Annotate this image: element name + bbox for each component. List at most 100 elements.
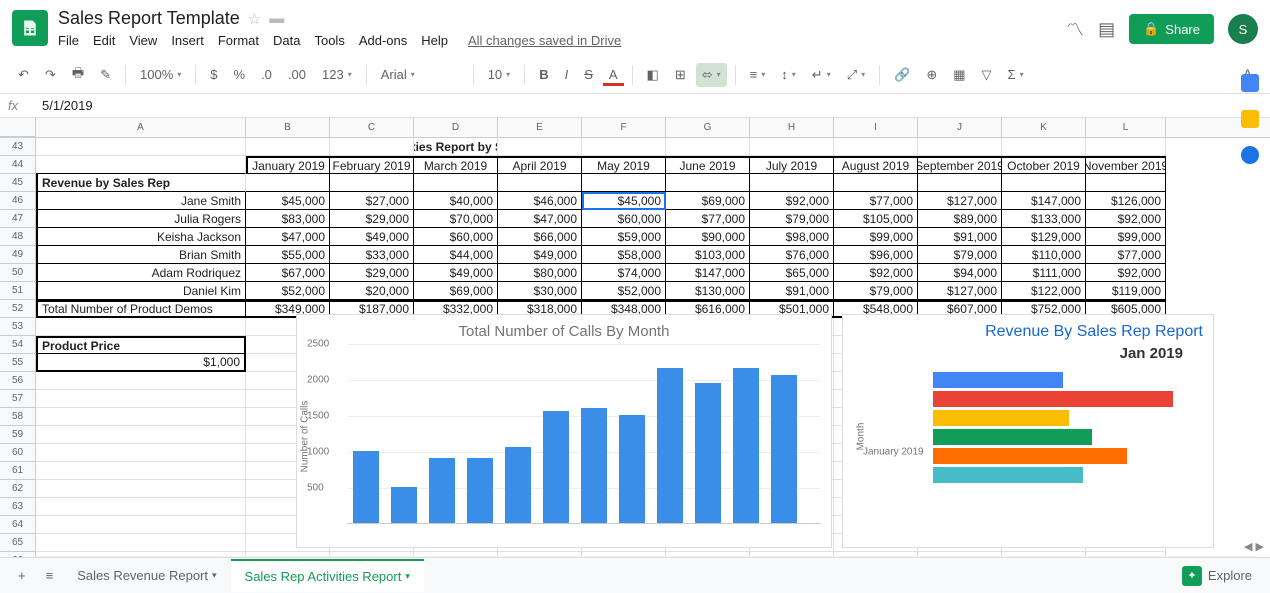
- col-header-F[interactable]: F: [582, 118, 666, 137]
- row-header[interactable]: 43: [0, 138, 36, 156]
- cell[interactable]: [666, 138, 750, 156]
- text-color-button[interactable]: A: [603, 63, 624, 86]
- revenue-cell[interactable]: $129,000: [1002, 228, 1086, 246]
- chart-button[interactable]: ▦: [947, 63, 971, 87]
- revenue-cell[interactable]: $45,000: [246, 192, 330, 210]
- revenue-cell[interactable]: $92,000: [1086, 264, 1166, 282]
- revenue-cell[interactable]: $122,000: [1002, 282, 1086, 300]
- dec-increase-button[interactable]: .00: [282, 63, 312, 86]
- trend-icon[interactable]: 〽: [1066, 16, 1084, 42]
- keep-icon[interactable]: [1241, 110, 1259, 128]
- menu-view[interactable]: View: [129, 33, 157, 48]
- revenue-cell[interactable]: $127,000: [918, 282, 1002, 300]
- revenue-cell[interactable]: $83,000: [246, 210, 330, 228]
- cell[interactable]: [414, 174, 498, 192]
- col-header-K[interactable]: K: [1002, 118, 1086, 137]
- month-header[interactable]: September 2019: [918, 156, 1002, 174]
- row-header[interactable]: 46: [0, 192, 36, 210]
- cell[interactable]: [36, 462, 246, 480]
- revenue-cell[interactable]: $90,000: [666, 228, 750, 246]
- star-icon[interactable]: ☆: [248, 10, 261, 28]
- cell[interactable]: [36, 498, 246, 516]
- revenue-cell[interactable]: $76,000: [750, 246, 834, 264]
- cell[interactable]: [582, 138, 666, 156]
- menu-format[interactable]: Format: [218, 33, 259, 48]
- cell[interactable]: [750, 138, 834, 156]
- cell[interactable]: [36, 390, 246, 408]
- total-label[interactable]: Total Number of Product Demos: [36, 300, 246, 318]
- revenue-cell[interactable]: $69,000: [666, 192, 750, 210]
- row-header[interactable]: 57: [0, 390, 36, 408]
- calendar-icon[interactable]: [1241, 74, 1259, 92]
- revenue-cell[interactable]: $79,000: [750, 210, 834, 228]
- price-label[interactable]: Product Price: [36, 336, 246, 354]
- menu-help[interactable]: Help: [421, 33, 448, 48]
- revenue-cell[interactable]: $99,000: [834, 228, 918, 246]
- revenue-cell[interactable]: $69,000: [414, 282, 498, 300]
- comment-button[interactable]: ⊕: [920, 63, 943, 87]
- menu-insert[interactable]: Insert: [171, 33, 204, 48]
- revenue-cell[interactable]: $77,000: [666, 210, 750, 228]
- cell[interactable]: [36, 534, 246, 552]
- cell[interactable]: [36, 480, 246, 498]
- row-header[interactable]: 51: [0, 282, 36, 300]
- paint-format-button[interactable]: ✎: [94, 63, 117, 87]
- rotate-button[interactable]: ⤢: [841, 63, 871, 87]
- cell[interactable]: [36, 138, 246, 156]
- cell[interactable]: [1086, 174, 1166, 192]
- comments-icon[interactable]: ▤: [1098, 19, 1115, 40]
- link-button[interactable]: 🔗: [888, 63, 916, 87]
- revenue-cell[interactable]: $133,000: [1002, 210, 1086, 228]
- cell[interactable]: [36, 444, 246, 462]
- revenue-cell[interactable]: $96,000: [834, 246, 918, 264]
- menu-edit[interactable]: Edit: [93, 33, 115, 48]
- strike-button[interactable]: S: [578, 63, 599, 86]
- italic-button[interactable]: I: [559, 63, 575, 86]
- zoom-select[interactable]: 100%: [134, 63, 187, 86]
- revenue-cell[interactable]: $80,000: [498, 264, 582, 282]
- font-size-select[interactable]: 10: [482, 63, 516, 86]
- cell[interactable]: [330, 174, 414, 192]
- revenue-cell[interactable]: $92,000: [1086, 210, 1166, 228]
- revenue-cell[interactable]: $60,000: [414, 228, 498, 246]
- revenue-cell[interactable]: $52,000: [246, 282, 330, 300]
- v-align-button[interactable]: ↕: [775, 63, 802, 86]
- revenue-cell[interactable]: $130,000: [666, 282, 750, 300]
- row-header[interactable]: 61: [0, 462, 36, 480]
- month-header[interactable]: April 2019: [498, 156, 582, 174]
- col-header-J[interactable]: J: [918, 118, 1002, 137]
- all-sheets-button[interactable]: ≡: [36, 562, 64, 589]
- row-header[interactable]: 60: [0, 444, 36, 462]
- revenue-cell[interactable]: $60,000: [582, 210, 666, 228]
- revenue-cell[interactable]: $55,000: [246, 246, 330, 264]
- wrap-button[interactable]: ↵: [806, 63, 837, 87]
- formula-input[interactable]: 5/1/2019: [36, 98, 93, 113]
- col-header-A[interactable]: A: [36, 118, 246, 137]
- chevron-down-icon[interactable]: ▾: [212, 570, 217, 581]
- revenue-cell[interactable]: $77,000: [834, 192, 918, 210]
- row-header[interactable]: 56: [0, 372, 36, 390]
- revenue-cell[interactable]: $47,000: [246, 228, 330, 246]
- col-header-G[interactable]: G: [666, 118, 750, 137]
- cell[interactable]: [36, 516, 246, 534]
- revenue-cell[interactable]: $30,000: [498, 282, 582, 300]
- revenue-cell[interactable]: $44,000: [414, 246, 498, 264]
- revenue-cell[interactable]: $103,000: [666, 246, 750, 264]
- cell[interactable]: [36, 372, 246, 390]
- col-header-B[interactable]: B: [246, 118, 330, 137]
- avatar[interactable]: S: [1228, 14, 1258, 44]
- print-button[interactable]: 🖶: [66, 60, 90, 90]
- revenue-cell[interactable]: $20,000: [330, 282, 414, 300]
- revenue-cell[interactable]: $94,000: [918, 264, 1002, 282]
- revenue-cell[interactable]: $46,000: [498, 192, 582, 210]
- rep-name[interactable]: Jane Smith: [36, 192, 246, 210]
- filter-button[interactable]: ▽: [976, 63, 998, 87]
- revenue-cell[interactable]: $67,000: [246, 264, 330, 282]
- col-header-D[interactable]: D: [414, 118, 498, 137]
- revenue-cell[interactable]: $77,000: [1086, 246, 1166, 264]
- month-header[interactable]: March 2019: [414, 156, 498, 174]
- report-title[interactable]: Sales Activities Report by Salesperson: [414, 138, 498, 156]
- redo-button[interactable]: ↷: [39, 63, 62, 87]
- revenue-cell[interactable]: $99,000: [1086, 228, 1166, 246]
- month-header[interactable]: January 2019: [246, 156, 330, 174]
